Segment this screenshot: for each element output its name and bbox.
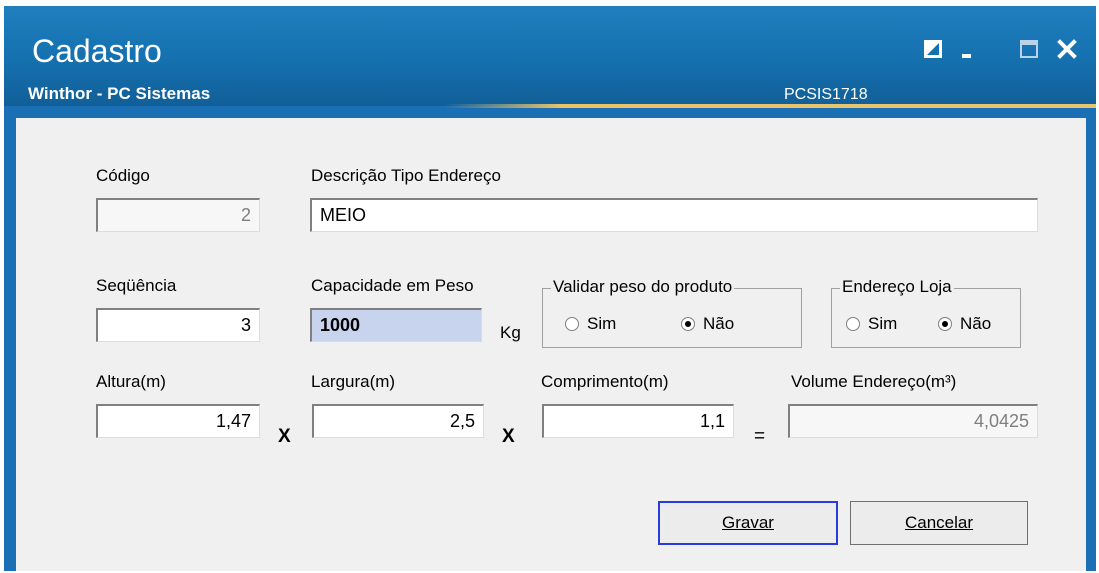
largura-label: Largura(m): [311, 372, 396, 391]
minimize-icon[interactable]: [959, 38, 981, 60]
restore-icon[interactable]: [922, 38, 944, 60]
volume-label: Volume Endereço(m³): [791, 372, 957, 391]
cancelar-button[interactable]: Cancelar: [850, 501, 1028, 545]
altura-field[interactable]: 1,47: [96, 404, 260, 438]
capacidade-field[interactable]: 1000: [310, 308, 482, 342]
routine-code: PCSIS1718: [784, 86, 868, 103]
title-bar[interactable]: Cadastro Winthor - PC Sistemas PCSIS1718: [4, 6, 1096, 108]
validar-peso-sim-label[interactable]: Sim: [587, 314, 616, 334]
endereco-loja-group: Endereço Loja Sim Não: [831, 277, 1021, 348]
comprimento-field[interactable]: 1,1: [542, 404, 734, 438]
largura-field[interactable]: 2,5: [312, 404, 484, 438]
codigo-field[interactable]: 2: [96, 198, 260, 232]
validar-peso-group: Validar peso do produto Sim Não: [542, 277, 802, 348]
validar-peso-legend: Validar peso do produto: [551, 277, 735, 297]
title-accent-line: [444, 104, 1096, 108]
form-area: Código 2 Descrição Tipo Endereço MEIO Se…: [16, 118, 1086, 571]
altura-label: Altura(m): [96, 372, 166, 391]
cancelar-button-label: Cancelar: [904, 513, 974, 532]
endereco-loja-nao-radio[interactable]: [938, 317, 952, 331]
close-icon[interactable]: [1056, 38, 1078, 60]
endereco-loja-sim-radio[interactable]: [846, 317, 860, 331]
comprimento-label: Comprimento(m): [541, 372, 669, 391]
sequencia-field[interactable]: 3: [96, 308, 260, 342]
validar-peso-nao-radio[interactable]: [681, 317, 695, 331]
sequencia-label: Seqüência: [96, 276, 177, 295]
cadastro-window: Cadastro Winthor - PC Sistemas PCSIS1718…: [4, 6, 1096, 571]
maximize-icon[interactable]: [1018, 38, 1040, 60]
endereco-loja-sim-label[interactable]: Sim: [868, 314, 897, 334]
codigo-label: Código: [96, 166, 150, 185]
gravar-button-label: Gravar: [722, 513, 774, 532]
multiply-sign-2: X: [502, 426, 515, 447]
validar-peso-sim-radio[interactable]: [565, 317, 579, 331]
multiply-sign-1: X: [278, 426, 291, 447]
capacidade-label: Capacidade em Peso: [311, 276, 474, 295]
descricao-field[interactable]: MEIO: [310, 198, 1038, 232]
window-title: Cadastro: [32, 33, 162, 69]
descricao-label: Descrição Tipo Endereço: [311, 166, 501, 185]
equals-sign: =: [754, 426, 766, 447]
capacidade-unit: Kg: [500, 323, 521, 342]
endereco-loja-nao-label[interactable]: Não: [960, 314, 991, 334]
validar-peso-nao-label[interactable]: Não: [703, 314, 734, 334]
endereco-loja-legend: Endereço Loja: [840, 277, 954, 297]
volume-field[interactable]: 4,0425: [788, 404, 1038, 438]
gravar-button[interactable]: Gravar: [658, 501, 838, 545]
window-subtitle: Winthor - PC Sistemas: [28, 84, 211, 103]
